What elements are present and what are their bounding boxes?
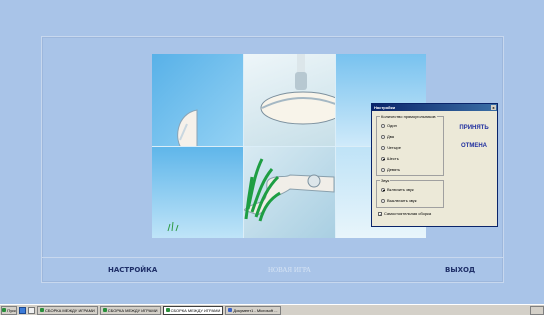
radio-four[interactable]: Четыре <box>381 145 401 150</box>
radio-nine[interactable]: Девять <box>381 167 400 172</box>
close-icon[interactable]: x <box>491 105 496 110</box>
radio-icon[interactable] <box>381 134 385 139</box>
apply-button[interactable]: ПРИНЯТЬ <box>454 125 494 131</box>
pieces-group-title: Количество прямоугольников <box>380 114 437 119</box>
task-3[interactable]: СБОРКА МЕЖДУ ИГРАМИ <box>162 305 224 315</box>
task-4[interactable]: Документ1 - Microsoft ... <box>225 305 281 315</box>
desktop-icon[interactable] <box>19 306 26 314</box>
new-game-button[interactable]: НОВАЯ ИГРА <box>268 266 311 274</box>
radio-selected-icon[interactable] <box>381 187 385 192</box>
radio-sound-off[interactable]: Выключить звук <box>381 198 417 203</box>
radio-two[interactable]: Два <box>381 134 394 139</box>
puzzle-tile-5[interactable] <box>244 147 335 238</box>
dialog-title: Настройки x <box>372 104 497 111</box>
pieces-group: Количество прямоугольников Один Два Четы… <box>376 114 444 176</box>
system-tray <box>530 305 544 315</box>
auto-assemble-checkbox[interactable]: ✓ Самостоятельная сборка <box>378 211 431 216</box>
nav-divider <box>41 257 504 258</box>
checkbox-icon[interactable]: ✓ <box>378 211 382 216</box>
radio-icon[interactable] <box>381 167 385 172</box>
radio-icon[interactable] <box>381 145 385 150</box>
radio-sound-on[interactable]: Включить звук <box>381 187 414 192</box>
puzzle-tile-4[interactable] <box>152 147 243 238</box>
radio-icon[interactable] <box>381 198 385 203</box>
exit-button[interactable]: ВЫХОД <box>445 266 475 274</box>
puzzle-tile-1[interactable] <box>152 54 243 146</box>
radio-six[interactable]: Шесть <box>381 156 399 161</box>
taskbar: Пуск СБОРКА МЕЖДУ ИГРАМИ СБОРКА МЕЖДУ ИГ… <box>0 304 544 315</box>
sound-group: Звук Включить звук Выключить звук <box>376 178 444 208</box>
radio-one[interactable]: Один <box>381 123 397 128</box>
radio-selected-icon[interactable] <box>381 156 385 161</box>
cancel-button[interactable]: ОТМЕНА <box>454 143 494 149</box>
app-icon <box>165 308 170 312</box>
puzzle-tile-2[interactable] <box>244 54 335 146</box>
task-1[interactable]: СБОРКА МЕЖДУ ИГРАМИ <box>37 305 98 315</box>
windows-icon <box>2 308 7 312</box>
settings-dialog: Настройки x Количество прямоугольников О… <box>371 103 498 227</box>
app-icon <box>40 308 44 312</box>
app-icon <box>102 308 107 312</box>
document-icon <box>228 308 233 312</box>
start-button[interactable]: Пуск <box>1 305 17 315</box>
radio-icon[interactable] <box>381 123 385 128</box>
task-2[interactable]: СБОРКА МЕЖДУ ИГРАМИ <box>99 305 161 315</box>
sound-group-title: Звук <box>380 178 391 183</box>
browser-icon[interactable] <box>28 306 35 314</box>
settings-button[interactable]: НАСТРОЙКА <box>108 266 157 274</box>
